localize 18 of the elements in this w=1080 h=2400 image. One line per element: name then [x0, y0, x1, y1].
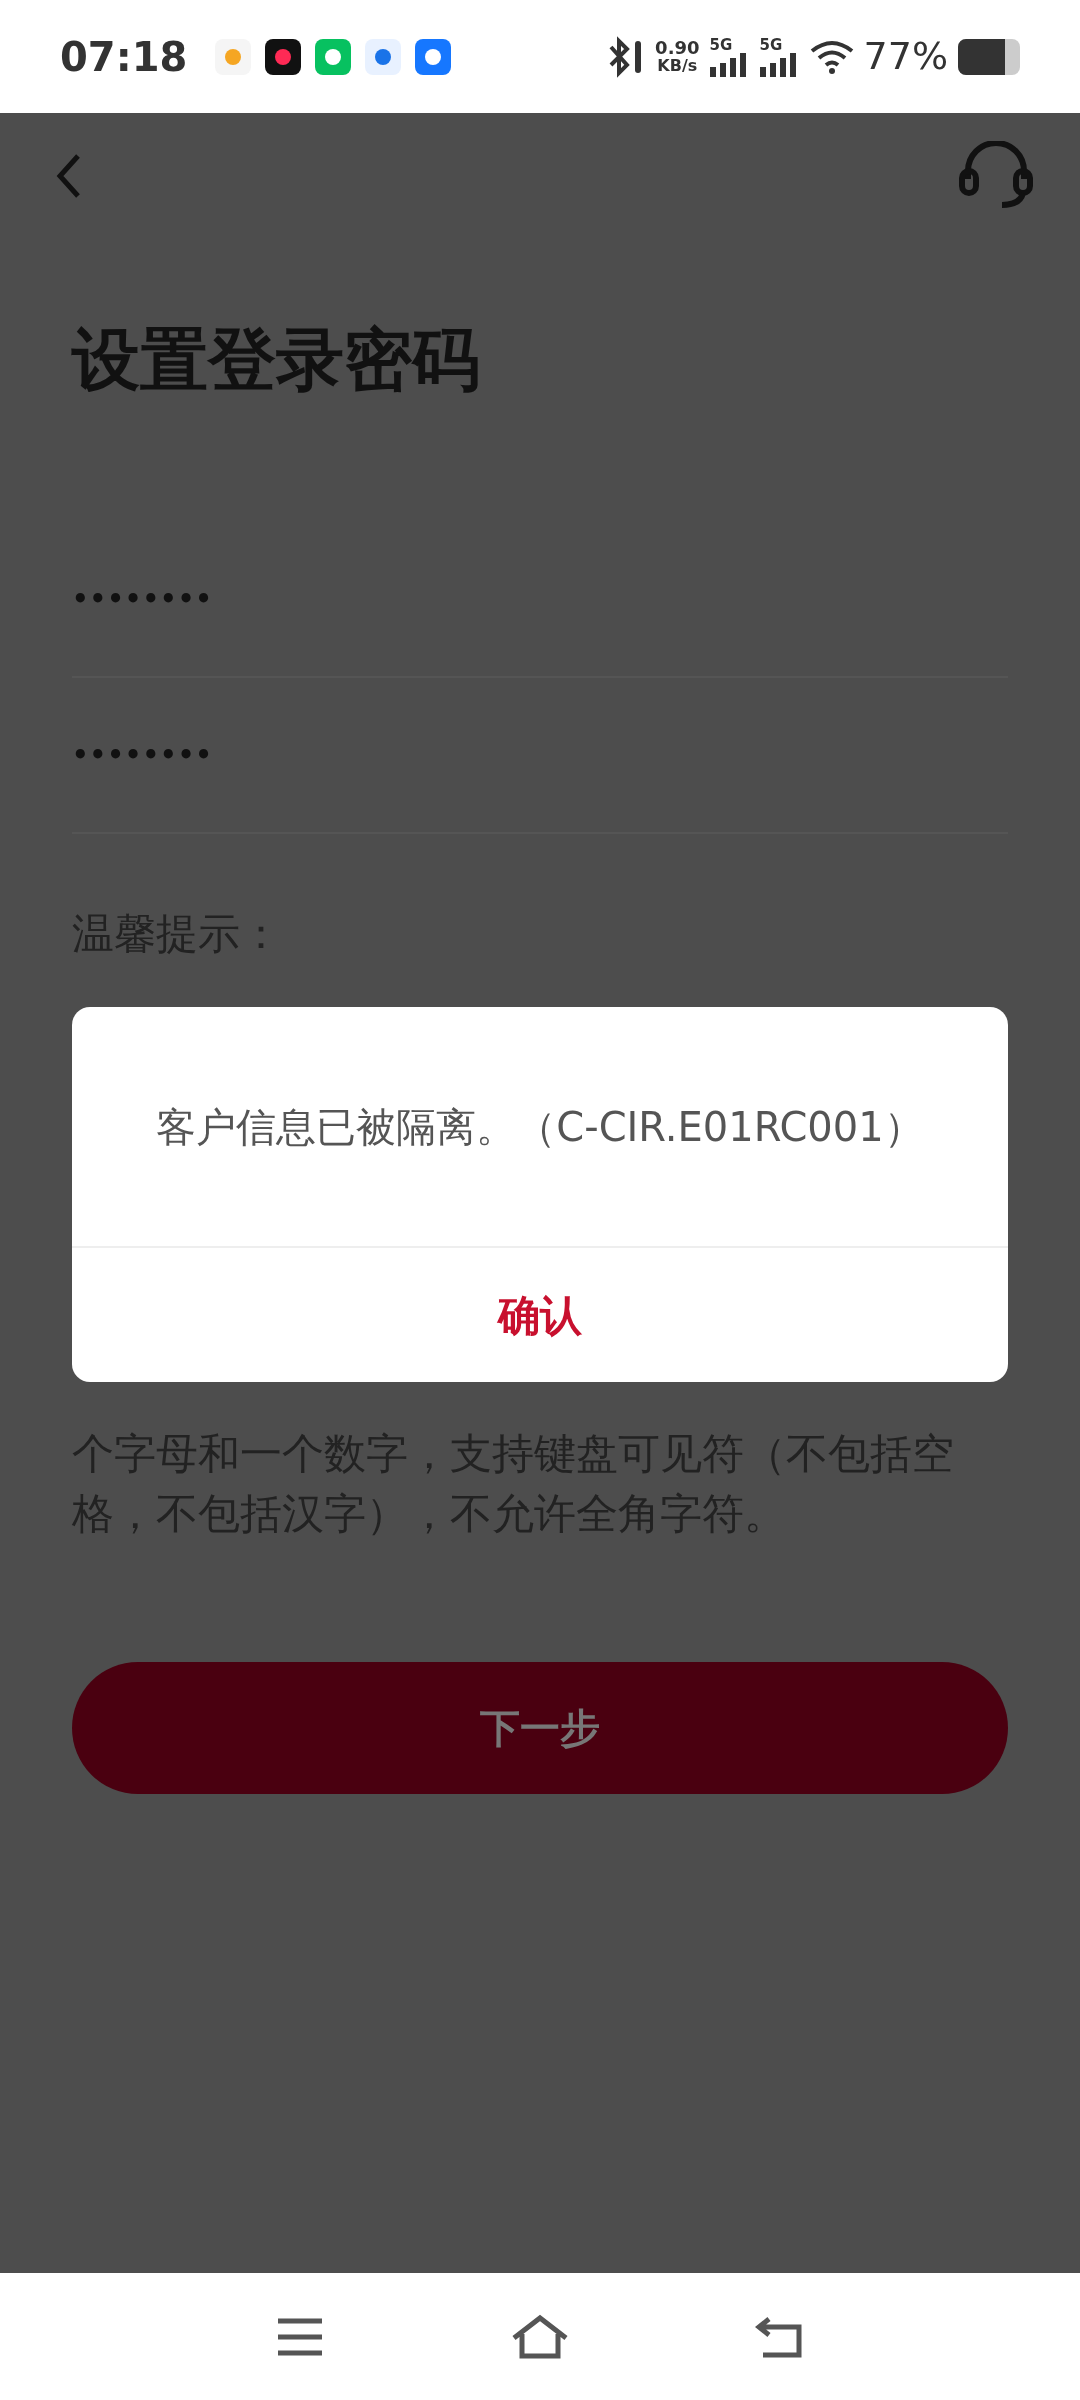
- dialog-message: 客户信息已被隔离。（C-CIR.E01RC001）: [156, 1102, 924, 1152]
- battery-icon: [958, 38, 1020, 75]
- clock: 07:18: [60, 32, 188, 82]
- network-type: 5G: [709, 36, 733, 53]
- network-speed: 0.90: [655, 38, 700, 57]
- page-title: 设置登录密码: [72, 320, 481, 400]
- app-notification-icon: [315, 38, 352, 75]
- app-notification-icon: [265, 38, 302, 75]
- app-notification-icon: [415, 38, 452, 75]
- confirm-button[interactable]: 确认: [72, 1248, 1008, 1382]
- network-type: 5G: [759, 36, 783, 53]
- password-field[interactable]: ••••••••: [72, 678, 1008, 834]
- speed-unit: KB/s: [657, 56, 698, 75]
- wifi-icon: [809, 38, 854, 75]
- password-field[interactable]: ••••••••: [72, 522, 1008, 678]
- app-notification-icon: [215, 38, 252, 75]
- battery-percentage: 77%: [863, 33, 948, 80]
- app-notification-icon: [365, 38, 402, 75]
